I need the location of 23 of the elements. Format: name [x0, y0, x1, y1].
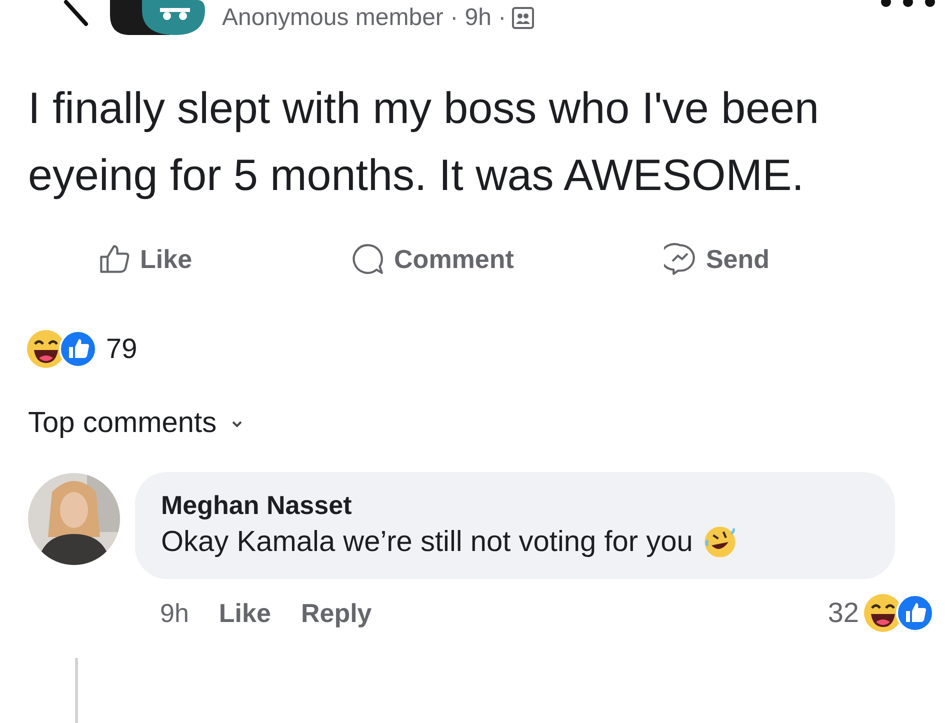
chevron-down-icon[interactable] [230, 420, 243, 428]
post-meta: Anonymous member · 9h · [222, 4, 506, 32]
thumbs-up-icon [98, 243, 130, 275]
group-icon [512, 6, 534, 28]
top-comments-label[interactable]: Top comments [28, 407, 217, 440]
comment-time: 9h [160, 598, 189, 628]
anonymous-avatar-icon [110, 0, 205, 35]
comment-action-link[interactable]: Reply [300, 598, 372, 628]
messenger-icon [664, 243, 696, 275]
like-button[interactable]: Like [98, 243, 192, 275]
speech-bubble-icon [352, 243, 384, 275]
more-icon[interactable] [878, 0, 938, 8]
reaction-count[interactable]: 32 [828, 597, 859, 629]
comment-button[interactable]: Comment [352, 243, 514, 275]
thumbs-up-icon [895, 593, 935, 633]
reaction-count[interactable]: 79 [106, 333, 138, 365]
thumbs-up-icon [58, 329, 98, 369]
comment-action-link[interactable]: Like [218, 598, 271, 628]
comment-text: Okay Kamala we’re still not voting for you [161, 526, 693, 558]
laughing-emoji-icon [702, 525, 737, 559]
post-text: I finally slept with my boss who I've been eyeing for 5 months. It was AWESOME. [28, 83, 820, 202]
send-button[interactable]: Send [664, 243, 770, 275]
commenter-name[interactable]: Meghan Nasset [161, 490, 869, 521]
